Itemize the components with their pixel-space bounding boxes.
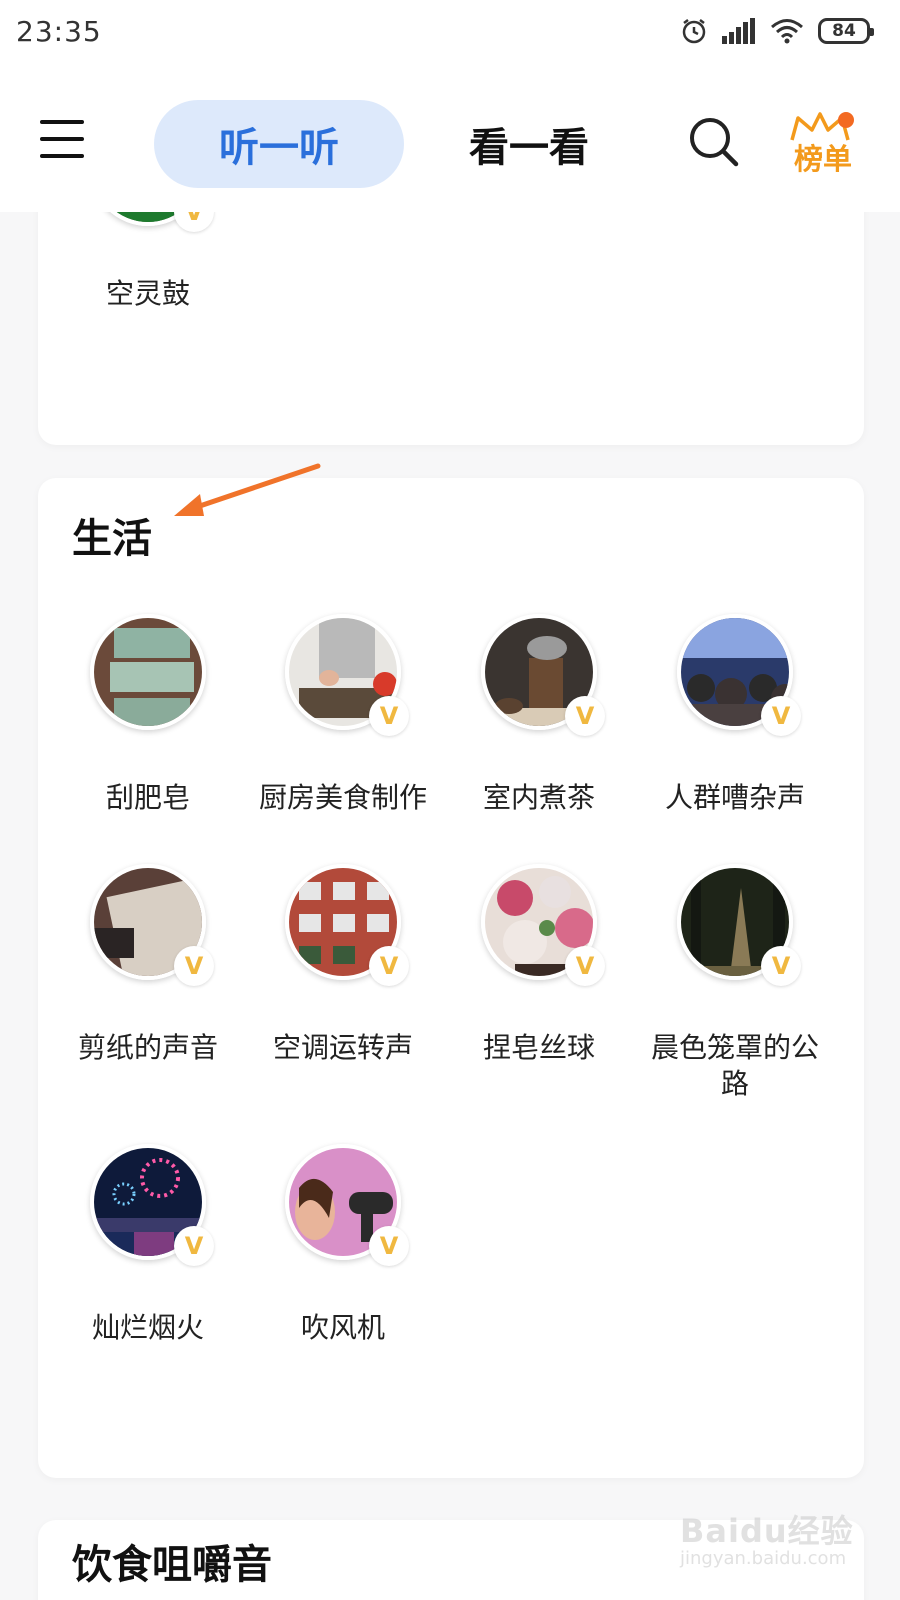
alarm-icon [680,17,708,45]
vip-badge: V [369,696,409,736]
notification-dot [838,112,854,128]
sound-item[interactable]: V 室内煮茶 [439,614,639,816]
rank-button[interactable]: 榜单 [790,112,856,182]
section-title: 饮食咀嚼音 [72,1542,272,1588]
vip-badge: V [174,946,214,986]
sound-item[interactable]: V 灿烂烟火 [48,1144,248,1346]
rank-label: 榜单 [794,142,853,176]
vip-badge: V [369,1226,409,1266]
tab-watch[interactable]: 看一看 [444,100,614,188]
sound-item[interactable]: V 吹风机 [243,1144,443,1346]
sound-item-label: 吹风机 [300,1311,385,1344]
vip-badge: V [761,696,801,736]
section-card-life: 生活 刮肥皂 V 厨房美食制作 V 室内煮茶 V 人群嘈杂声 V 剪纸的声音 V… [38,478,864,1478]
tab-listen[interactable]: 听一听 [154,100,404,188]
sound-item-label: 剪纸的声音 [77,1031,218,1064]
sound-item-label: 人群嘈杂声 [664,781,805,814]
wifi-icon [770,18,804,44]
sound-item-label: 刮肥皂 [105,781,190,814]
vip-badge: V [565,946,605,986]
watermark-sub: jingyan.baidu.com [680,1548,847,1569]
annotation-arrow-icon [174,463,321,516]
vip-badge: V [174,1226,214,1266]
status-bar: 23:35 84 [0,0,900,62]
status-icons: 84 [680,17,874,45]
sound-item-label: 晨色笼罩的公路 [650,1031,819,1100]
sound-item[interactable]: V 厨房美食制作 [243,614,443,816]
signal-icon [722,18,756,44]
watermark: Baidu经验 jingyan.baidu.com [680,1500,870,1580]
sound-item[interactable]: V 晨色笼罩的公路 [635,864,835,1102]
status-time: 23:35 [16,14,102,48]
sound-thumbnail [90,614,206,730]
sound-item-label: 室内煮茶 [482,781,595,814]
sound-item-label: 捏皂丝球 [482,1031,595,1064]
sound-item-label: 空灵鼓 [105,277,190,310]
sound-item-label: 空调运转声 [272,1031,413,1064]
sound-item[interactable]: V 空调运转声 [243,864,443,1066]
vip-badge: V [761,946,801,986]
battery-icon: 84 [818,18,874,44]
section-title: 生活 [72,516,152,562]
sound-item[interactable]: V 捏皂丝球 [439,864,639,1066]
search-icon[interactable] [688,116,740,172]
top-nav: 听一听 看一看 榜单 [0,62,900,212]
sound-item[interactable]: V 剪纸的声音 [48,864,248,1066]
sound-item-label: 厨房美食制作 [258,781,427,814]
sound-item[interactable]: V 人群嘈杂声 [635,614,835,816]
sound-item[interactable]: 刮肥皂 [48,614,248,816]
menu-icon[interactable] [40,120,86,160]
vip-badge: V [369,946,409,986]
watermark-main: Baidu经验 [680,1512,854,1550]
sound-item-label: 灿烂烟火 [91,1311,204,1344]
vip-badge: V [565,696,605,736]
